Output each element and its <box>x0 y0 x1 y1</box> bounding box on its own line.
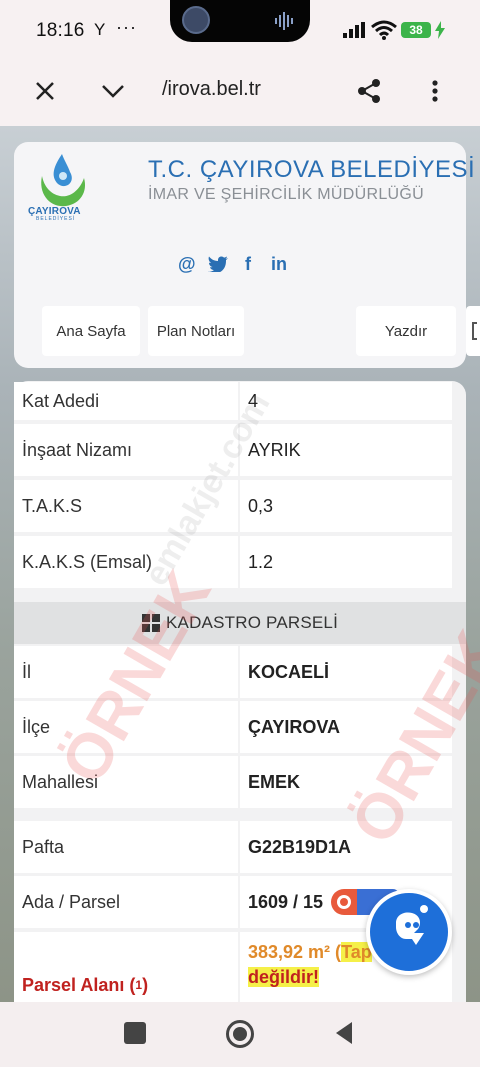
logo-subtext: BELEDİYESİ <box>36 216 76 222</box>
facebook-icon[interactable]: f <box>245 254 251 275</box>
linkedin-icon[interactable]: in <box>271 254 287 275</box>
charging-icon <box>435 21 445 39</box>
nav-overflow-bracket-icon <box>472 322 477 340</box>
status-bar: 18:16 Y ··· 38 <box>0 0 480 60</box>
table-row-label: T.A.K.S <box>14 480 238 532</box>
system-nav-bar <box>0 1002 480 1067</box>
footnote-link[interactable]: 1 <box>135 978 142 992</box>
wifi-icon <box>371 20 397 40</box>
dynamic-island <box>170 0 310 42</box>
section-title: KADASTRO PARSELİ <box>166 613 338 632</box>
signal-icon <box>343 22 365 38</box>
table-row-label: Mahallesi <box>14 756 238 808</box>
chevron-down-icon[interactable] <box>96 74 130 108</box>
recents-button[interactable] <box>124 1022 146 1044</box>
page-subtitle: İMAR VE ŞEHİRCİLİK MÜDÜRLÜĞÜ <box>148 186 424 203</box>
back-button[interactable] <box>334 1021 354 1045</box>
assistant-icon <box>396 905 428 945</box>
table-row-value: G22B19D1A <box>240 821 452 873</box>
url-text[interactable]: /irova.bel.tr <box>162 78 261 101</box>
battery-icon: 38 <box>401 22 431 38</box>
table-row-value: 1.2 <box>240 536 452 588</box>
table-row-label: İnşaat Nizamı <box>14 424 238 476</box>
table-row-label: Ada / Parsel <box>14 876 238 928</box>
twitter-icon[interactable] <box>208 256 228 272</box>
table-row-label: K.A.K.S (Emsal) <box>14 536 238 588</box>
more-notifications-icon: ··· <box>116 17 137 37</box>
floating-chat-button[interactable] <box>366 889 452 975</box>
globe-icon <box>331 889 358 915</box>
table-row-label: Kat Adedi <box>14 382 238 420</box>
table-row-value: EMEK <box>240 756 452 808</box>
table-row-value: 4 <box>240 382 452 420</box>
page-title: T.C. ÇAYIROVA BELEDİYESİ <box>148 156 476 183</box>
browser-toolbar: /irova.bel.tr <box>0 60 480 126</box>
grid-icon <box>142 614 160 632</box>
nav-home-button[interactable]: Ana Sayfa <box>42 306 140 356</box>
share-icon[interactable] <box>352 74 386 108</box>
table-row-label: İlçe <box>14 701 238 753</box>
email-icon[interactable]: @ <box>178 254 196 275</box>
table-row-value: KOCAELİ <box>240 646 452 698</box>
nav-plan-notes-button[interactable]: Plan Notları <box>148 306 244 356</box>
table-row-label: İl <box>14 646 238 698</box>
nav-print-button[interactable]: Yazdır <box>356 306 456 356</box>
parcel-area-warning-line2: değildir! <box>248 967 319 987</box>
island-avatar-icon <box>182 6 210 34</box>
parcel-area-number: 383,92 m² ( <box>248 942 342 962</box>
kadastro-section-header: KADASTRO PARSELİ <box>14 602 466 644</box>
table-row-value: ÇAYIROVA <box>240 701 452 753</box>
close-icon[interactable] <box>28 74 62 108</box>
ada-parsel-value: 1609 / 15 <box>248 891 324 912</box>
home-button[interactable] <box>226 1020 254 1048</box>
audio-wave-icon <box>275 12 293 30</box>
more-menu-icon[interactable] <box>418 74 452 108</box>
status-time: 18:16 <box>36 20 85 41</box>
table-row-value: AYRIK <box>240 424 452 476</box>
table-row-label: Pafta <box>14 821 238 873</box>
notification-y-icon: Y <box>94 20 106 39</box>
table-row-value: 0,3 <box>240 480 452 532</box>
